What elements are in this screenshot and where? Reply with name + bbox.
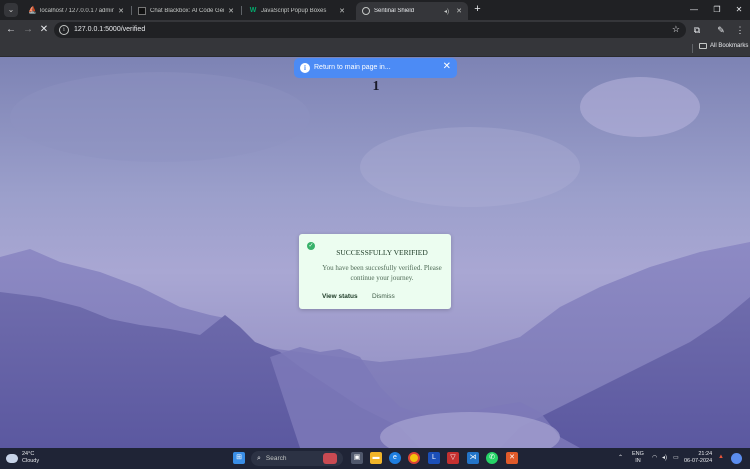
tab-javascript-popup[interactable]: W JavaScript Popup Boxes ✕ bbox=[243, 2, 351, 20]
vscode-icon[interactable]: ⋊ bbox=[467, 452, 479, 464]
minimize-icon[interactable]: — bbox=[683, 2, 705, 17]
battery-icon[interactable]: ▭ bbox=[673, 454, 679, 461]
weather-widget[interactable]: 24°C Cloudy bbox=[6, 451, 39, 465]
whatsapp-icon[interactable]: ✆ bbox=[486, 452, 498, 464]
all-bookmarks-button[interactable]: All Bookmarks bbox=[699, 43, 748, 49]
search-highlight-icon bbox=[323, 453, 337, 464]
tray-chevron-icon[interactable]: ⌃ bbox=[618, 454, 623, 461]
bookmarks-divider bbox=[692, 44, 693, 53]
globe-icon bbox=[362, 7, 370, 15]
search-icon: ⌕ bbox=[257, 454, 261, 462]
toast-close-icon[interactable]: ✕ bbox=[443, 61, 451, 73]
forward-icon[interactable]: → bbox=[21, 23, 35, 37]
close-icon[interactable]: ✕ bbox=[117, 7, 125, 15]
system-clock[interactable]: 21:24 06-07-2024 bbox=[684, 451, 712, 465]
close-icon[interactable]: ✕ bbox=[455, 7, 463, 15]
browser-toolbar: ← → ✕ i 127.0.0.1:5000/verified ☆ ⧉ ✎ ⋮ bbox=[0, 20, 750, 40]
language-indicator[interactable]: ENG IN bbox=[632, 451, 644, 465]
close-icon[interactable]: ✕ bbox=[338, 7, 346, 15]
windows-start-icon[interactable]: ⊞ bbox=[233, 452, 245, 464]
wifi-icon[interactable]: ◠ bbox=[652, 454, 657, 461]
notification-bell-icon[interactable]: ▲ bbox=[718, 454, 724, 460]
url-text[interactable]: 127.0.0.1:5000/verified bbox=[74, 26, 145, 33]
clock-time: 21:24 bbox=[698, 451, 713, 457]
taskbar-search[interactable]: ⌕ Search bbox=[251, 451, 343, 466]
cloud-shape bbox=[10, 72, 310, 162]
close-icon[interactable]: ✕ bbox=[227, 7, 235, 15]
w3schools-icon: W bbox=[249, 7, 257, 14]
cloud-shape bbox=[360, 127, 580, 207]
window-close-icon[interactable]: ✕ bbox=[728, 2, 750, 17]
tab-title: Chat Blackbox: AI Code Generation bbox=[150, 8, 224, 14]
dialog-message: You have been succesfully verified. Plea… bbox=[322, 264, 442, 282]
tab-search-button[interactable]: ⌄ bbox=[4, 3, 18, 17]
lang-region: IN bbox=[635, 458, 641, 464]
weather-desc: Cloudy bbox=[22, 458, 40, 464]
info-icon: i bbox=[300, 63, 310, 73]
clock-date: 06-07-2024 bbox=[684, 458, 713, 464]
dialog-title: SUCCESSFULLY VERIFIED bbox=[336, 248, 428, 257]
maximize-icon[interactable]: ❐ bbox=[706, 2, 728, 17]
bookmarks-bar: All Bookmarks bbox=[0, 40, 750, 57]
task-view-icon[interactable]: ▣ bbox=[351, 452, 363, 464]
profile-icon[interactable]: ✎ bbox=[714, 23, 728, 37]
blackbox-icon bbox=[138, 7, 146, 15]
extensions-icon[interactable]: ⧉ bbox=[690, 23, 704, 37]
edge-icon[interactable]: e bbox=[389, 452, 401, 464]
cloud-icon bbox=[6, 453, 18, 463]
weather-temp: 24°C bbox=[22, 451, 35, 457]
success-dialog: ✓ SUCCESSFULLY VERIFIED You have been su… bbox=[299, 234, 451, 309]
new-tab-button[interactable]: + bbox=[471, 3, 484, 16]
dismiss-button[interactable]: Dismiss bbox=[372, 293, 395, 300]
bookmark-star-icon[interactable]: ☆ bbox=[672, 24, 680, 35]
page-viewport: i Return to main page in... ✕ 1 ✓ SUCCES… bbox=[0, 57, 750, 448]
tab-title: Sentinal Shield bbox=[374, 8, 415, 14]
tab-divider bbox=[241, 6, 242, 15]
tab-sentinal-shield[interactable]: Sentinal Shield ◂) ✕ bbox=[356, 2, 468, 20]
stop-loading-icon[interactable]: ✕ bbox=[37, 23, 51, 37]
windows-taskbar: 24°C Cloudy ⊞ ⌕ Search ▣ ▬ e L ▽ ⋊ ✆ ✕ ⌃… bbox=[0, 448, 750, 469]
all-bookmarks-label: All Bookmarks bbox=[710, 43, 749, 49]
back-icon[interactable]: ← bbox=[4, 23, 18, 37]
cloud-shape bbox=[580, 77, 700, 137]
search-label: Search bbox=[265, 455, 287, 462]
speaker-icon[interactable]: ◂) bbox=[444, 8, 452, 15]
volume-icon[interactable]: ◂) bbox=[662, 454, 667, 461]
tab-title: localhost / 127.0.0.1 / admin_db / bbox=[40, 8, 114, 14]
tab-title: JavaScript Popup Boxes bbox=[261, 8, 327, 14]
xampp-icon[interactable]: ▽ bbox=[447, 452, 459, 464]
file-explorer-icon[interactable]: ▬ bbox=[370, 452, 382, 464]
folder-icon bbox=[699, 43, 707, 49]
lang-primary: ENG bbox=[632, 451, 644, 457]
menu-kebab-icon[interactable]: ⋮ bbox=[733, 23, 747, 37]
copilot-icon[interactable] bbox=[731, 453, 742, 464]
toast-message: Return to main page in... bbox=[314, 64, 391, 71]
tab-localhost[interactable]: ⛵ localhost / 127.0.0.1 / admin_db / ✕ bbox=[22, 2, 130, 20]
view-status-button[interactable]: View status bbox=[322, 293, 358, 300]
xampp-control-icon[interactable]: ✕ bbox=[506, 452, 518, 464]
check-circle-icon: ✓ bbox=[307, 242, 315, 250]
tab-strip: ⌄ ⛵ localhost / 127.0.0.1 / admin_db / ✕… bbox=[0, 0, 750, 20]
tab-chat-blackbox[interactable]: Chat Blackbox: AI Code Generation ✕ bbox=[132, 2, 240, 20]
l-app-icon[interactable]: L bbox=[428, 452, 440, 464]
redirect-toast: i Return to main page in... ✕ bbox=[294, 58, 457, 78]
chrome-icon[interactable] bbox=[408, 452, 420, 464]
countdown-number: 1 bbox=[372, 79, 380, 94]
site-info-icon[interactable]: i bbox=[59, 25, 69, 35]
phpmyadmin-icon: ⛵ bbox=[28, 7, 37, 14]
address-bar[interactable]: i 127.0.0.1:5000/verified ☆ bbox=[54, 22, 686, 38]
